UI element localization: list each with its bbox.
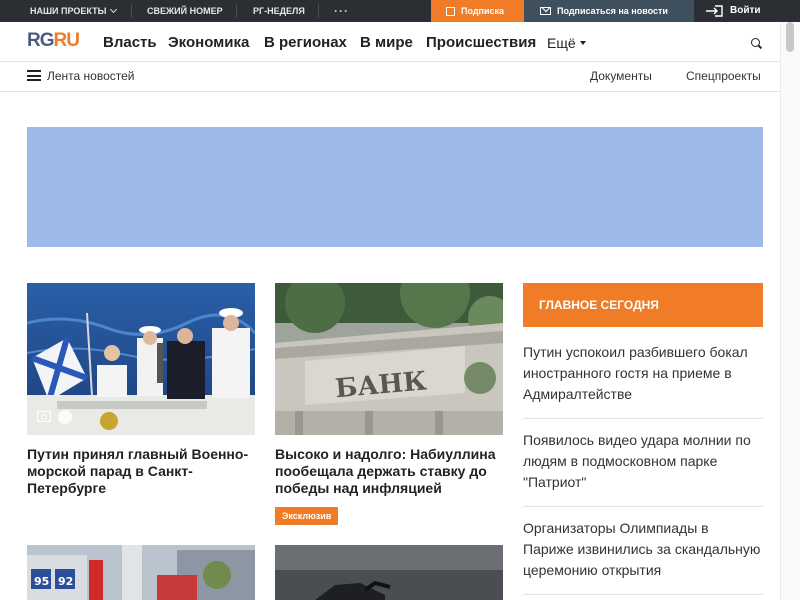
caret-down-icon	[579, 41, 586, 45]
news-feed-link[interactable]: Лента новостей	[47, 69, 135, 83]
more-projects-button[interactable]: ···	[334, 0, 349, 22]
sub-nav: Лента новостей Документы Спецпроекты	[0, 62, 780, 92]
sidebar-story[interactable]: Путин успокоил разбившего бокал иностран…	[523, 342, 763, 405]
fuel-price-92: 92	[58, 575, 73, 588]
week-link[interactable]: РГ-Неделя	[253, 0, 305, 22]
fresh-issue-link[interactable]: Свежий номер	[147, 0, 223, 22]
sidebar-story[interactable]: Появилось видео удара молнии по людям в …	[523, 430, 763, 493]
logo-ru: RU	[53, 30, 80, 51]
divider	[523, 506, 763, 507]
envelope-icon	[540, 7, 551, 15]
divider	[236, 4, 237, 18]
subscription-label: Подписка	[461, 6, 505, 16]
subscription-button[interactable]: Подписка	[431, 0, 524, 22]
scrollbar-thumb[interactable]	[786, 22, 794, 52]
main-nav: RGRU Власть Экономика В регионах В мире …	[0, 22, 780, 62]
divider	[318, 4, 319, 18]
fuel-station-photo[interactable]: 95 92	[27, 545, 255, 600]
login-link[interactable]: Войти	[730, 0, 761, 22]
gallery-indicator-icon	[58, 410, 72, 424]
newspaper-icon	[446, 7, 455, 16]
nav-more-label: Ещё	[547, 35, 576, 51]
nav-item-power[interactable]: Власть	[103, 34, 157, 51]
special-projects-link[interactable]: Спецпроекты	[686, 69, 761, 83]
camera-icon	[37, 411, 51, 422]
nav-item-world[interactable]: В мире	[360, 34, 413, 51]
divider	[523, 594, 763, 595]
sidebar-story[interactable]: Организаторы Олимпиады в Париже извинили…	[523, 518, 763, 581]
top-stories-heading-label: Главное сегодня	[539, 298, 659, 312]
exclusive-badge[interactable]: Эксклюзив	[275, 507, 339, 525]
nav-item-economy[interactable]: Экономика	[168, 34, 249, 51]
projects-label: Наши проекты	[30, 6, 107, 16]
site-logo[interactable]: RGRU	[27, 30, 80, 52]
documents-link[interactable]: Документы	[590, 69, 652, 83]
logo-rg: RG	[27, 30, 54, 51]
bank-building-photo[interactable]: БАНК	[275, 283, 503, 435]
news-subscribe-label: Подписаться на новости	[557, 6, 668, 16]
top-stories-heading[interactable]: Главное сегодня	[523, 283, 763, 327]
projects-menu[interactable]: Наши проекты	[30, 0, 118, 22]
nav-item-regions[interactable]: В регионах	[264, 34, 347, 51]
divider	[523, 418, 763, 419]
nav-item-incidents[interactable]: Происшествия	[426, 34, 536, 51]
ad-banner[interactable]	[27, 127, 763, 247]
list-icon[interactable]	[27, 70, 41, 81]
scrollbar-track[interactable]	[780, 22, 800, 600]
divider	[131, 4, 132, 18]
search-icon[interactable]	[751, 38, 760, 47]
article-title-naval-parade[interactable]: Путин принял главный Военно-морской пара…	[27, 446, 259, 497]
fuel-price-95: 95	[34, 575, 49, 588]
storm-photo[interactable]	[275, 545, 503, 600]
login-icon[interactable]	[705, 5, 723, 17]
chevron-down-icon	[110, 5, 118, 14]
nav-more-menu[interactable]: Ещё	[547, 35, 586, 51]
news-subscribe-button[interactable]: Подписаться на новости	[524, 0, 694, 22]
article-title-nabiullina[interactable]: Высоко и надолго: Набиуллина пообещала д…	[275, 446, 507, 497]
